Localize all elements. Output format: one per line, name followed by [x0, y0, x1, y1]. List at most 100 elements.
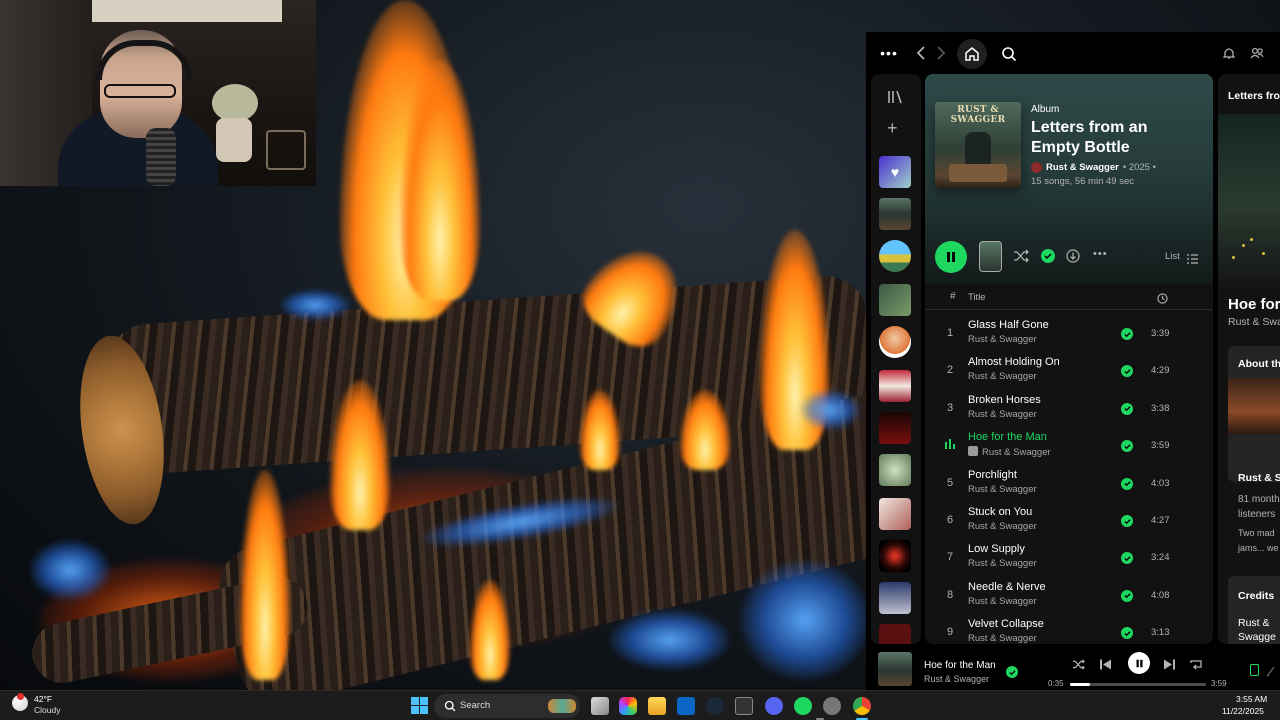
track-saved-check-icon[interactable] [1121, 365, 1133, 378]
title-header[interactable]: Title [968, 292, 986, 303]
now-playing-track-title[interactable]: Hoe for [1228, 296, 1280, 313]
track-saved-check-icon[interactable] [1121, 589, 1133, 602]
track-row[interactable]: 5 Porchlight Rust & Swagger 4:03 [925, 466, 1213, 503]
track-row[interactable]: Hoe for the Man Rust & Swagger 3:59 [925, 428, 1213, 465]
snipping-tool-icon[interactable] [735, 697, 753, 715]
credits-card[interactable]: Credits Rust & Swagge [1228, 576, 1280, 644]
library-item-album-1[interactable] [879, 198, 911, 230]
track-saved-check-icon[interactable] [1121, 402, 1133, 415]
wall-window [92, 0, 282, 22]
library-icon[interactable] [887, 90, 903, 109]
saved-check-icon[interactable] [1041, 249, 1055, 263]
player-album-art[interactable] [878, 652, 912, 686]
monthly-listeners-line-1: 81 month [1238, 494, 1280, 505]
library-item-album-4[interactable] [879, 412, 911, 444]
track-row[interactable]: 1 Glass Half Gone Rust & Swagger 3:39 [925, 316, 1213, 353]
search-button[interactable] [994, 39, 1024, 69]
track-artist[interactable]: Rust & Swagger [968, 633, 1037, 644]
forward-arrow-icon[interactable] [934, 44, 948, 62]
artist-bio-line-2: jams... we [1238, 543, 1279, 553]
copilot-icon[interactable] [619, 697, 637, 715]
clock-time[interactable]: 3:55 AM [1236, 694, 1267, 704]
track-artist[interactable]: Rust & Swagger [968, 596, 1037, 607]
library-item-album-9[interactable] [879, 624, 911, 644]
player-track-artist[interactable]: Rust & Swagger [924, 674, 989, 684]
album-artist-link[interactable]: Rust & Swagger [1046, 162, 1119, 173]
figurine-head [212, 84, 258, 122]
notifications-bell-icon[interactable] [1222, 46, 1236, 60]
track-artist[interactable]: Rust & Swagger [968, 371, 1037, 382]
player-shuffle-icon[interactable] [1072, 657, 1085, 675]
track-artist[interactable]: Rust & Swagger [982, 447, 1051, 458]
steam-icon[interactable] [706, 697, 724, 715]
track-saved-check-icon[interactable] [1121, 477, 1133, 490]
spotify-window: ••• + ♥ RUST & SWAGGER Album Letters fro… [866, 32, 1280, 690]
list-view-icon[interactable] [1187, 251, 1198, 269]
track-saved-check-icon[interactable] [1121, 627, 1133, 640]
track-row[interactable]: 2 Almost Holding On Rust & Swagger 4:29 [925, 353, 1213, 390]
pause-button[interactable] [935, 241, 967, 273]
track-saved-check-icon[interactable] [1121, 328, 1133, 340]
back-arrow-icon[interactable] [914, 44, 928, 62]
discord-icon[interactable] [765, 697, 783, 715]
track-artist[interactable]: Rust & Swagger [968, 484, 1037, 495]
library-item-artist-1[interactable] [879, 240, 911, 272]
chrome-icon[interactable] [853, 697, 871, 715]
album-type-label: Album [1031, 104, 1060, 115]
track-artist[interactable]: Rust & Swagger [968, 558, 1037, 569]
file-explorer-icon[interactable] [648, 697, 666, 715]
obs-icon[interactable] [823, 697, 841, 715]
player-saved-check-icon[interactable] [1006, 666, 1018, 678]
library-item-album-3[interactable] [879, 370, 911, 402]
credits-line-2: Swagge [1238, 631, 1276, 643]
library-item-album-8[interactable] [879, 582, 911, 614]
library-item-album-2[interactable] [879, 284, 911, 316]
library-item-album-7[interactable] [879, 540, 911, 572]
download-icon[interactable] [1066, 249, 1080, 268]
windows-start-icon[interactable] [411, 697, 428, 714]
more-options-icon[interactable]: ••• [880, 45, 898, 61]
track-artist[interactable]: Rust & Swagger [968, 409, 1037, 420]
task-view-icon[interactable] [591, 697, 609, 715]
library-item-artist-2[interactable] [879, 326, 911, 358]
track-artist[interactable]: Rust & Swagger [968, 334, 1037, 345]
now-playing-track-artist[interactable]: Rust & Swa [1228, 316, 1280, 328]
previous-track-icon[interactable] [1100, 657, 1111, 675]
progress-bar[interactable] [1070, 683, 1206, 686]
next-track-icon[interactable] [1164, 657, 1175, 675]
player-track-title[interactable]: Hoe for the Man [924, 660, 996, 671]
track-row[interactable]: 3 Broken Horses Rust & Swagger 3:38 [925, 391, 1213, 428]
repeat-icon[interactable] [1190, 657, 1202, 675]
more-album-options-icon[interactable]: ••• [1093, 248, 1108, 260]
track-artist[interactable]: Rust & Swagger [968, 521, 1037, 532]
liked-songs-icon[interactable]: ♥ [879, 156, 911, 188]
outlook-icon[interactable] [677, 697, 695, 715]
about-artist-card[interactable]: About th [1228, 346, 1280, 482]
create-plus-icon[interactable]: + [887, 119, 898, 137]
library-item-album-5[interactable] [879, 454, 911, 486]
track-saved-check-icon[interactable] [1121, 552, 1133, 565]
player-pause-button[interactable] [1128, 652, 1150, 674]
taskbar-search-box[interactable]: Search [434, 694, 580, 718]
spotify-taskbar-icon[interactable] [794, 697, 812, 715]
track-row[interactable]: 6 Stuck on You Rust & Swagger 4:27 [925, 503, 1213, 540]
home-button[interactable] [957, 39, 987, 69]
library-item-album-6[interactable] [879, 498, 911, 530]
lyrics-icon[interactable] [1266, 664, 1276, 682]
track-saved-check-icon[interactable] [1121, 515, 1133, 527]
track-row[interactable]: 9 Velvet Collapse Rust & Swagger 3:13 [925, 615, 1213, 644]
duration-clock-icon [1157, 291, 1168, 309]
weather-condition[interactable]: Cloudy [34, 705, 60, 715]
friend-activity-icon[interactable] [1249, 46, 1265, 60]
now-playing-canvas [1218, 114, 1280, 294]
track-row[interactable]: 8 Needle & Nerve Rust & Swagger 4:08 [925, 578, 1213, 615]
album-preview-button[interactable] [979, 241, 1002, 272]
now-playing-view-icon[interactable] [1250, 664, 1259, 676]
view-mode-label[interactable]: List [1165, 251, 1180, 262]
shuffle-icon[interactable] [1013, 249, 1029, 268]
weather-temperature[interactable]: 42°F [34, 694, 52, 704]
clock-date[interactable]: 11/22/2025 [1222, 706, 1264, 716]
track-saved-check-icon[interactable] [1121, 440, 1133, 453]
track-row[interactable]: 7 Low Supply Rust & Swagger 3:24 [925, 540, 1213, 577]
track-number: 9 [946, 626, 954, 639]
